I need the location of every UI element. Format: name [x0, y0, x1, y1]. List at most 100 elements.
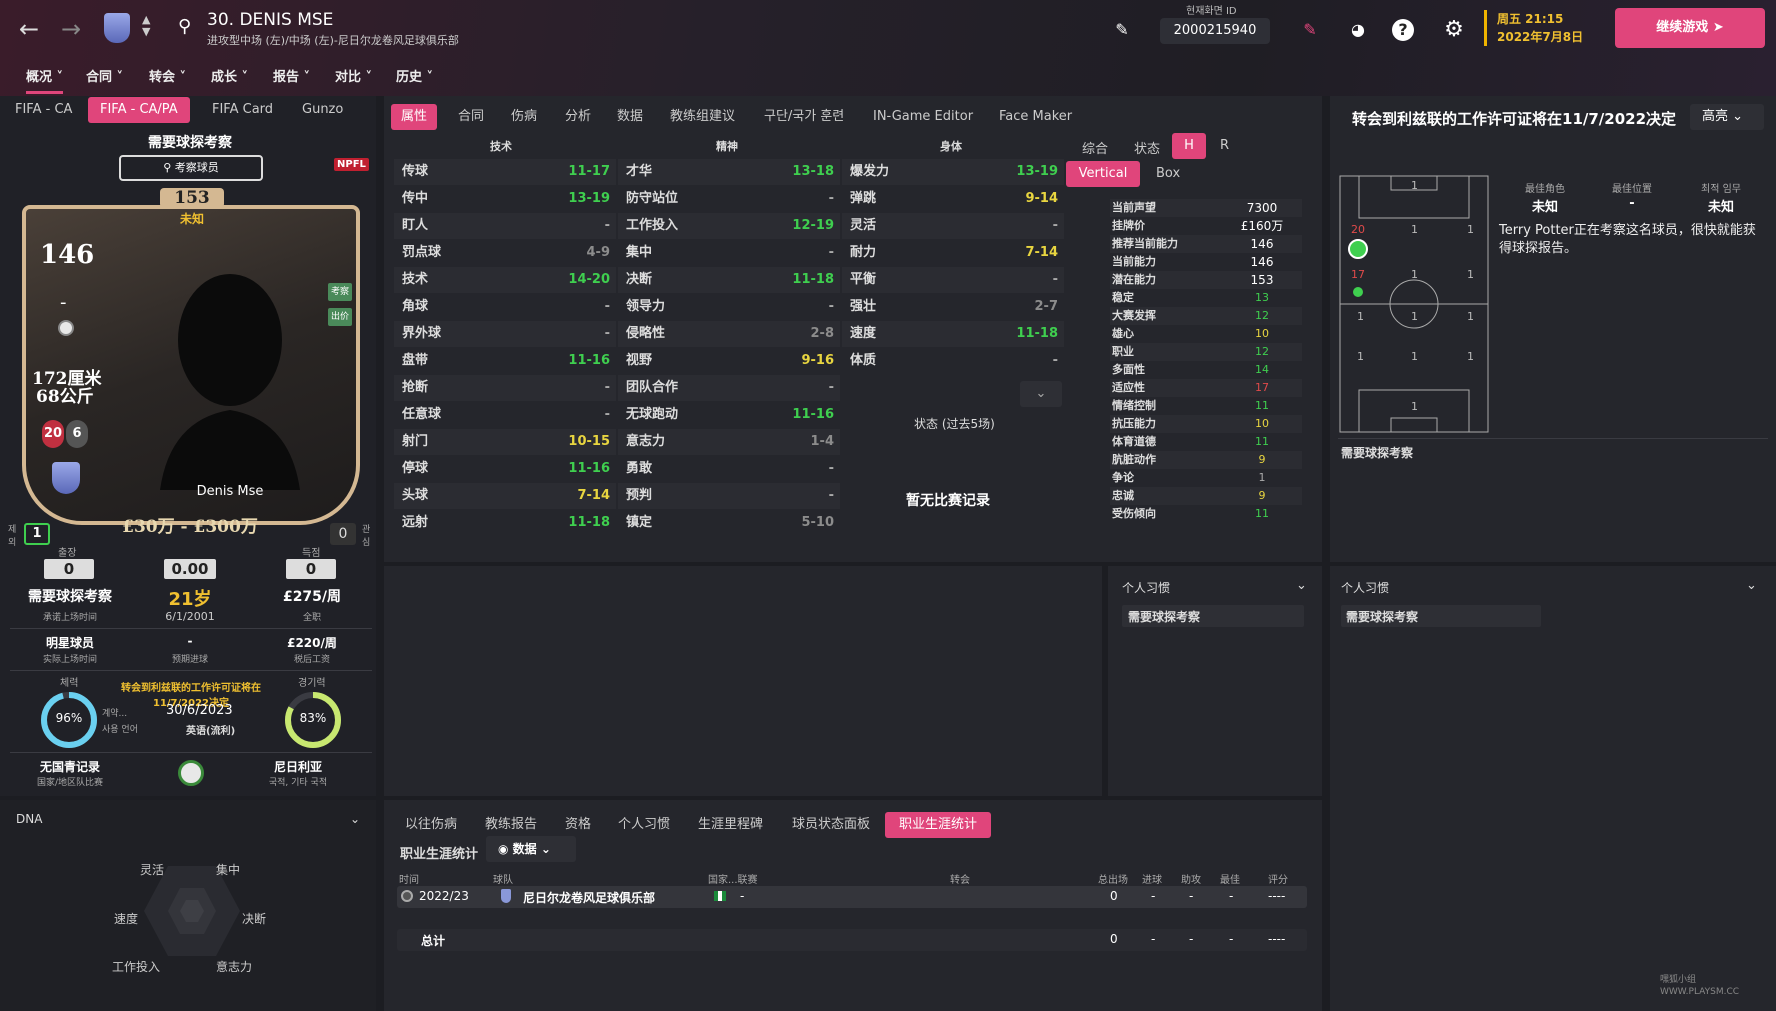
attr-row-mental-7[interactable]: 视野 9-16 — [618, 348, 840, 374]
attr-row-mental-2[interactable]: 工作投入 12-19 — [618, 213, 840, 239]
view-tab-overview[interactable]: 综合 — [1082, 138, 1108, 157]
attr-row-mental-12[interactable]: 预判 - — [618, 483, 840, 509]
player-switch-icon[interactable]: ▲ ▼ — [142, 14, 150, 38]
row-team[interactable]: 尼日尔龙卷风足球俱乐部 — [523, 889, 655, 906]
club-crest-icon[interactable] — [104, 13, 130, 43]
dna-collapse-icon[interactable]: ⌄ — [350, 812, 360, 826]
tab-fifa-card[interactable]: FIFA Card — [200, 97, 285, 123]
forward-arrow-icon[interactable]: → — [56, 14, 86, 44]
career-tab-injuries[interactable]: 以往伤病 — [405, 812, 457, 838]
tab-injuries[interactable]: 伤病 — [511, 104, 537, 130]
globe-icon[interactable]: ◕ — [1344, 16, 1372, 44]
continue-game-button[interactable]: 继续游戏 ➤ — [1615, 8, 1765, 48]
tab-analysis[interactable]: 分析 — [565, 104, 591, 130]
tab-attributes[interactable]: 属性 — [391, 104, 438, 130]
attr-row-mental-3[interactable]: 集中 - — [618, 240, 840, 266]
attr-row-mental-5[interactable]: 领导力 - — [618, 294, 840, 320]
interest-count[interactable]: 0 — [330, 523, 356, 545]
nav-compare[interactable]: 对比 ˅ — [335, 66, 372, 85]
nav-contract[interactable]: 合同 ˅ — [86, 66, 123, 85]
layout-tab-box[interactable]: Box — [1156, 166, 1180, 181]
attr-row-physical-7[interactable]: 体质 - — [842, 348, 1064, 374]
nav-reports[interactable]: 报告 ˅ — [273, 66, 310, 85]
search-icon[interactable]: ⚲ — [178, 16, 191, 37]
attr-row-physical-6[interactable]: 速度 11-18 — [842, 321, 1064, 347]
view-tab-h[interactable]: H — [1172, 133, 1206, 159]
attr-row-mental-13[interactable]: 镇定 5-10 — [618, 510, 840, 536]
attr-row-mental-10[interactable]: 意志力 1-4 — [618, 429, 840, 455]
help-icon[interactable]: ? — [1392, 19, 1414, 41]
screen-id-field[interactable]: 2000215940 — [1160, 18, 1270, 44]
nav-development[interactable]: 成长 ˅ — [211, 66, 248, 85]
bid-tag-button[interactable]: 出价 — [328, 308, 352, 326]
tab-club-training[interactable]: 구단/국가 훈련 — [764, 104, 844, 130]
dna-label-workrate: 工作投入 — [112, 960, 161, 974]
pencil-icon[interactable]: ✎ — [1108, 16, 1136, 44]
edit-pen-icon[interactable]: ✎ — [1296, 16, 1324, 44]
tab-contract[interactable]: 合同 — [458, 104, 484, 130]
habits-collapse-icon-1[interactable]: ⌄ — [1296, 578, 1307, 593]
career-tab-eligibility[interactable]: 资格 — [565, 812, 591, 838]
attr-row-technical-10[interactable]: 射门 10-15 — [394, 429, 616, 455]
attr-row-physical-0[interactable]: 爆发力 13-19 — [842, 159, 1064, 185]
habits-text-2: 需要球探考察 — [1346, 610, 1419, 624]
career-tab-status-panel[interactable]: 球员状态面板 — [792, 812, 870, 838]
attr-row-technical-3[interactable]: 罚点球 4-9 — [394, 240, 616, 266]
info-name: 大赛发挥 — [1112, 309, 1156, 322]
back-arrow-icon[interactable]: ← — [14, 14, 44, 44]
highlight-dropdown[interactable]: 高亮 ⌄ — [1690, 104, 1764, 130]
nav-transfer[interactable]: 转会 ˅ — [149, 66, 186, 85]
attr-row-technical-13[interactable]: 远射 11-18 — [394, 510, 616, 536]
scout-tag-button[interactable]: 考察 — [328, 283, 352, 301]
attr-row-mental-11[interactable]: 勇敢 - — [618, 456, 840, 482]
player-silhouette — [160, 274, 300, 490]
attr-row-mental-1[interactable]: 防守站位 - — [618, 186, 840, 212]
attr-row-technical-8[interactable]: 抢断 - — [394, 375, 616, 401]
row-radio-icon[interactable] — [401, 890, 413, 902]
attr-row-physical-1[interactable]: 弹跳 9-14 — [842, 186, 1064, 212]
career-tab-habits[interactable]: 个人习惯 — [618, 812, 670, 838]
attr-row-mental-4[interactable]: 决断 11-18 — [618, 267, 840, 293]
exclude-count[interactable]: 1 — [24, 523, 50, 545]
attr-row-technical-4[interactable]: 技术 14-20 — [394, 267, 616, 293]
attr-row-technical-6[interactable]: 界外球 - — [394, 321, 616, 347]
tab-face-maker[interactable]: Face Maker — [999, 104, 1072, 130]
attr-row-physical-2[interactable]: 灵活 - — [842, 213, 1064, 239]
view-tab-status[interactable]: 状态 — [1134, 138, 1160, 157]
layout-tab-vertical[interactable]: Vertical — [1066, 161, 1140, 187]
attr-row-physical-4[interactable]: 平衡 - — [842, 267, 1064, 293]
nav-overview[interactable]: 概况 ˅ — [26, 66, 64, 94]
attr-row-mental-0[interactable]: 才华 13-18 — [618, 159, 840, 185]
apps-label: 출장 — [58, 548, 77, 559]
attr-row-physical-5[interactable]: 强壮 2-7 — [842, 294, 1064, 320]
attr-row-technical-0[interactable]: 传球 11-17 — [394, 159, 616, 185]
tab-gunzo[interactable]: Gunzo — [290, 97, 355, 123]
attr-row-mental-8[interactable]: 团队合作 - — [618, 375, 840, 401]
expand-chevron-icon[interactable]: ⌄ — [1020, 381, 1062, 407]
attr-row-physical-3[interactable]: 耐力 7-14 — [842, 240, 1064, 266]
attr-value: - — [1052, 353, 1058, 368]
attr-row-technical-7[interactable]: 盘带 11-16 — [394, 348, 616, 374]
nav-history[interactable]: 历史 ˅ — [396, 66, 433, 85]
scout-player-button[interactable]: ⚲ 考察球员 — [119, 155, 263, 181]
career-tab-stats[interactable]: 职业生涯统计 — [885, 812, 992, 838]
habits-collapse-icon-2[interactable]: ⌄ — [1746, 578, 1757, 593]
attr-row-mental-6[interactable]: 侵略性 2-8 — [618, 321, 840, 347]
tab-fifa-ca-pa[interactable]: FIFA - CA/PA — [88, 97, 190, 123]
attr-row-technical-9[interactable]: 任意球 - — [394, 402, 616, 428]
career-filter-dropdown[interactable]: ◉ 数据 ⌄ — [486, 836, 576, 862]
attr-row-technical-11[interactable]: 停球 11-16 — [394, 456, 616, 482]
tab-data[interactable]: 数据 — [617, 104, 643, 130]
attr-row-technical-2[interactable]: 盯人 - — [394, 213, 616, 239]
career-tab-coach-report[interactable]: 教练报告 — [485, 812, 537, 838]
settings-gear-icon[interactable]: ⚙ — [1440, 16, 1468, 44]
view-tab-r[interactable]: R — [1220, 138, 1229, 153]
attr-row-technical-12[interactable]: 头球 7-14 — [394, 483, 616, 509]
career-tab-milestones[interactable]: 生涯里程碑 — [698, 812, 763, 838]
tab-coach-advice[interactable]: 教练组建议 — [670, 104, 735, 130]
attr-row-mental-9[interactable]: 无球跑动 11-16 — [618, 402, 840, 428]
tab-fifa-ca[interactable]: FIFA - CA — [3, 97, 84, 123]
tab-ingame-editor[interactable]: IN-Game Editor — [873, 104, 973, 130]
attr-row-technical-1[interactable]: 传中 13-19 — [394, 186, 616, 212]
attr-row-technical-5[interactable]: 角球 - — [394, 294, 616, 320]
